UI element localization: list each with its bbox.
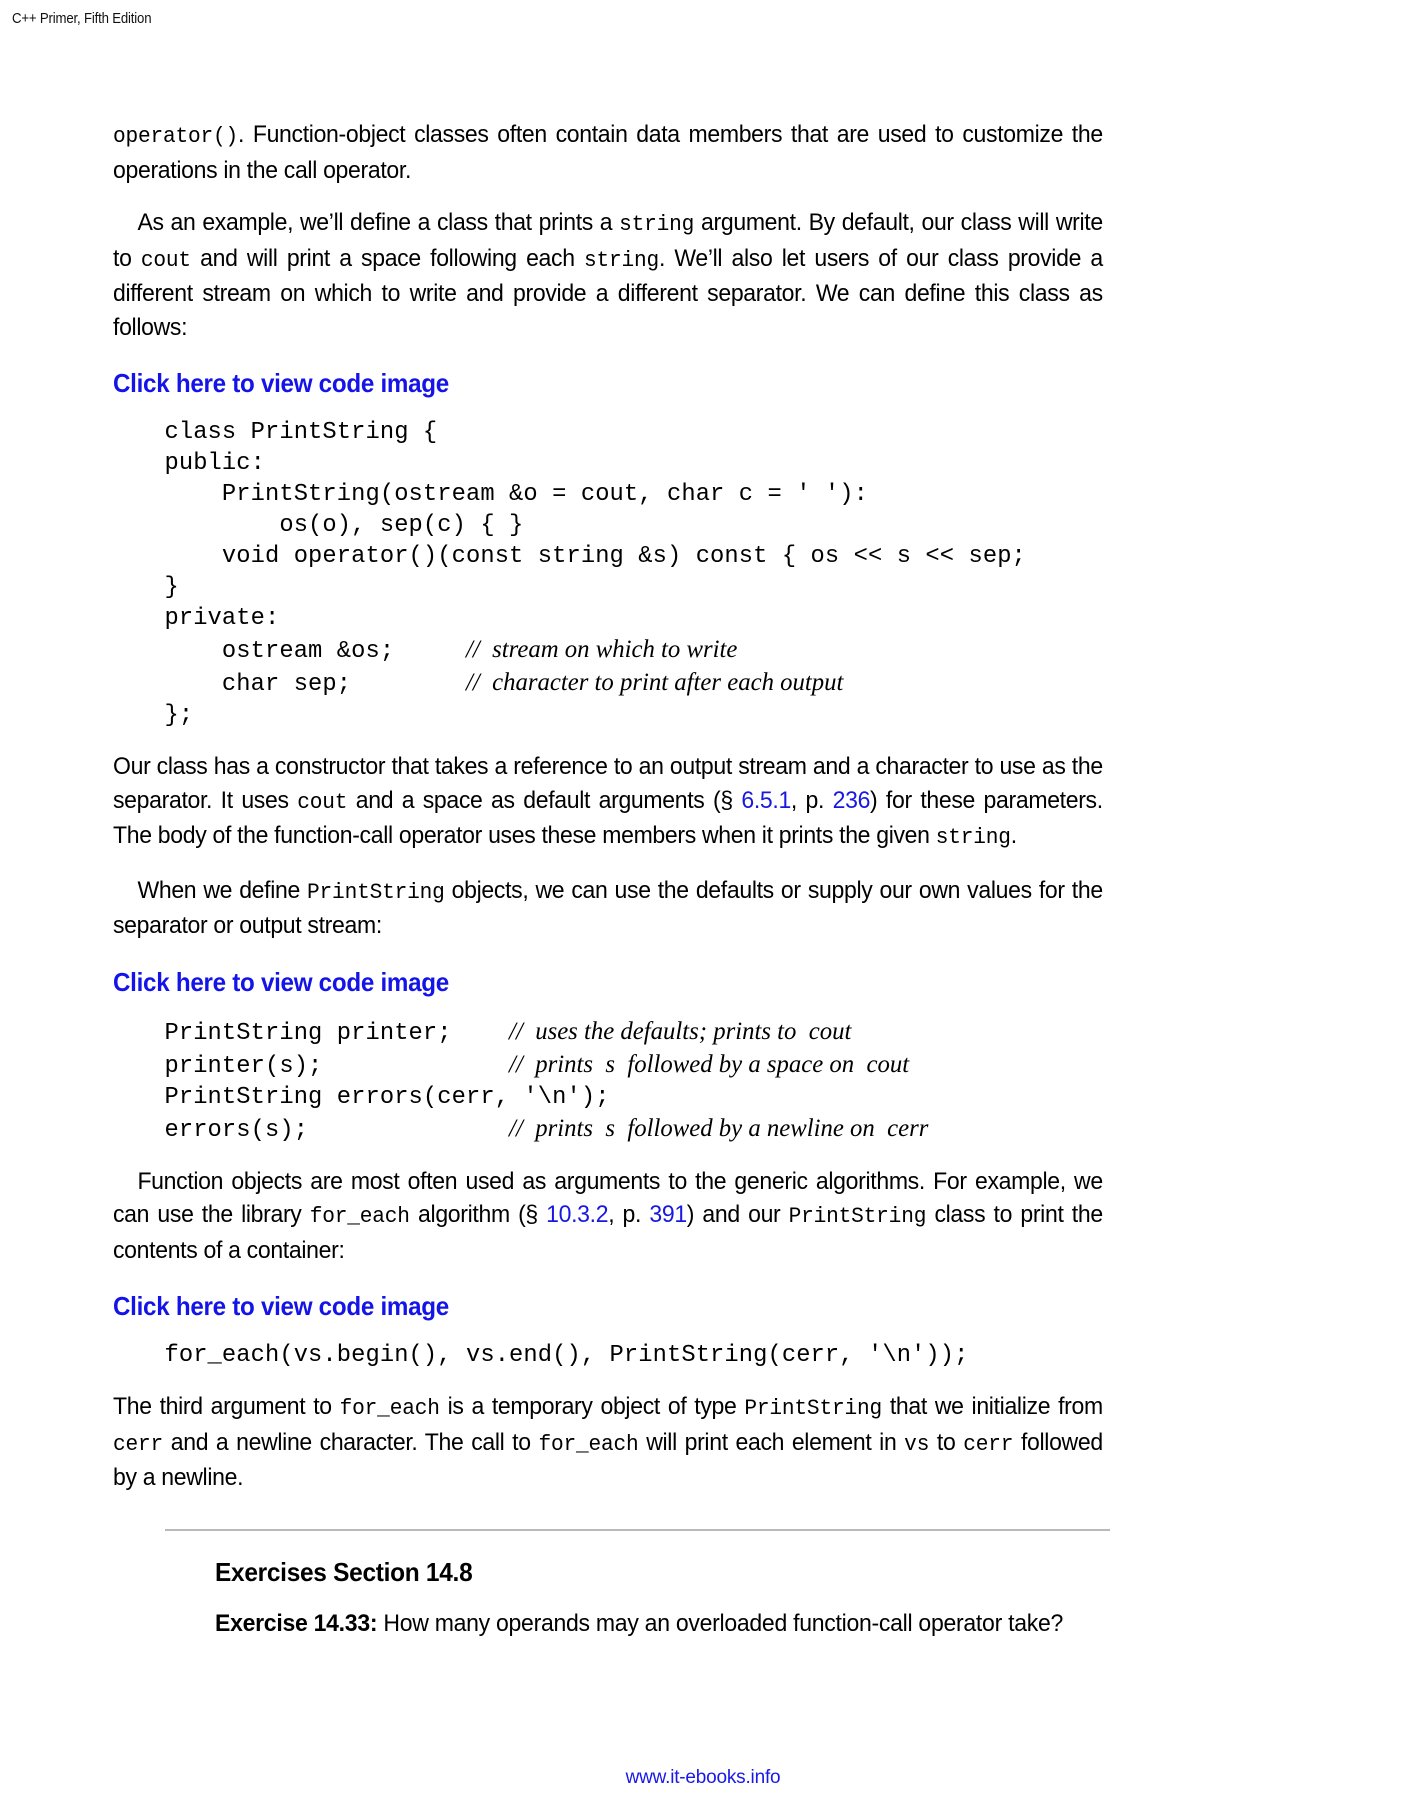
xref-section-1032[interactable]: 10.3.2 [546,1201,608,1228]
code-line: printer(s); [164,1052,510,1080]
inline-code-vs: vs [904,1430,930,1457]
inline-code-for-each: for_each [309,1203,410,1229]
code-comment: // stream on which to write [465,636,738,663]
code-image-link-2[interactable]: Click here to view code image [113,967,1099,998]
paragraph-third-argument: The third argument to for_each is a temp… [113,1390,1103,1495]
exercises-box: Exercises Section 14.8 Exercise 14.33: H… [165,1528,1165,1641]
footer-url-link[interactable]: www.it-ebooks.info [626,1767,781,1788]
text-run: , p. [608,1201,650,1228]
text-run: and will print a space following each [190,244,584,272]
code-block-printstring-usage: PrintString printer; // uses the default… [113,1016,1093,1146]
code-line: public: [164,450,265,477]
inline-code-string: string [619,211,695,237]
code-image-link-3[interactable]: Click here to view code image [113,1291,1099,1322]
code-line: private: [164,605,280,632]
text-run: . [1010,822,1017,849]
inline-code-string: string [935,824,1011,850]
text-run: and a space as default arguments (§ [347,786,742,814]
code-line: }; [164,702,194,729]
code-line: errors(s); [164,1116,510,1144]
xref-section-651[interactable]: 6.5.1 [741,787,791,814]
running-head: C++ Primer, Fifth Edition [12,10,152,27]
code-line: PrintString printer; [164,1019,510,1047]
text-run: As an example, we’ll define a class that… [137,209,620,236]
inline-code-string: string [583,246,660,273]
xref-page-236[interactable]: 236 [833,787,871,814]
paragraph-defining-objects: When we define PrintString objects, we c… [113,874,1103,943]
inline-code-cerr: cerr [113,1430,164,1457]
footer: www.it-ebooks.info [0,1767,1406,1789]
inline-code-for-each: for_each [538,1430,639,1457]
text-run: ) and our [686,1201,789,1228]
text-run: and a newline character. The call to [163,1428,539,1456]
inline-code-printstring: PrintString [744,1395,882,1421]
page-content: operator(). Function-object classes ofte… [113,118,1110,1640]
inline-code-cout: cout [140,246,191,273]
inline-code-for-each: for_each [339,1395,440,1421]
xref-page-391[interactable]: 391 [649,1201,687,1228]
code-line: ostream &os; [164,638,466,665]
exercises-title: Exercises Section 14.8 [215,1556,473,1587]
exercise-label: Exercise 14.33: [215,1609,378,1637]
inline-code-cout: cout [297,788,348,815]
text-run: The third argument to [113,1393,340,1420]
exercises-divider [165,1528,1110,1531]
text-run: , p. [790,786,833,814]
paragraph-constructor-explain: Our class has a constructor that takes a… [113,750,1103,855]
code-image-link-1[interactable]: Click here to view code image [113,368,1099,399]
text-run: is a temporary object of type [439,1393,745,1420]
exercise-text: How many operands may an overloaded func… [377,1609,1064,1637]
code-block-for-each: for_each(vs.begin(), vs.end(), PrintStri… [113,1340,1093,1371]
code-line: PrintString errors(cerr, '\n'); [164,1083,610,1111]
code-line: class PrintString { [164,419,438,446]
text-run: When we define [137,876,308,904]
code-line: char sep; [164,671,466,698]
code-line: } [164,574,179,601]
inline-code-printstring: PrintString [788,1203,927,1229]
code-line: for_each(vs.begin(), vs.end(), PrintStri… [164,1342,969,1369]
text-run: that we initialize from [881,1393,1103,1420]
code-block-printstring-class: class PrintString { public: PrintString(… [113,417,1093,731]
paragraph-function-objects-algorithms: Function objects are most often used as … [113,1165,1103,1268]
paragraph-text: . Function-object classes often contain … [113,121,1103,184]
code-line: void operator()(const string &s) const {… [164,543,1026,570]
inline-code-cerr: cerr [963,1430,1014,1457]
inline-code-printstring: PrintString [307,878,445,905]
code-line: PrintString(ostream &o = cout, char c = … [164,481,868,508]
text-run: algorithm (§ [409,1201,547,1228]
code-comment: // prints s followed by a space on cout [509,1050,910,1078]
code-comment: // prints s followed by a newline on cer… [509,1114,929,1142]
code-line: os(o), sep(c) { } [164,512,524,539]
exercise-item: Exercise 14.33: How many operands may an… [215,1607,1155,1641]
code-comment: // character to print after each output [465,669,844,696]
text-run: will print each element in [638,1428,905,1456]
text-run: to [929,1428,964,1456]
paragraph-example-intro: As an example, we’ll define a class that… [113,206,1103,344]
paragraph-operator-intro: operator(). Function-object classes ofte… [113,118,1103,187]
inline-code-operator-call: operator() [113,123,239,149]
code-comment: // uses the defaults; prints to cout [509,1017,852,1045]
